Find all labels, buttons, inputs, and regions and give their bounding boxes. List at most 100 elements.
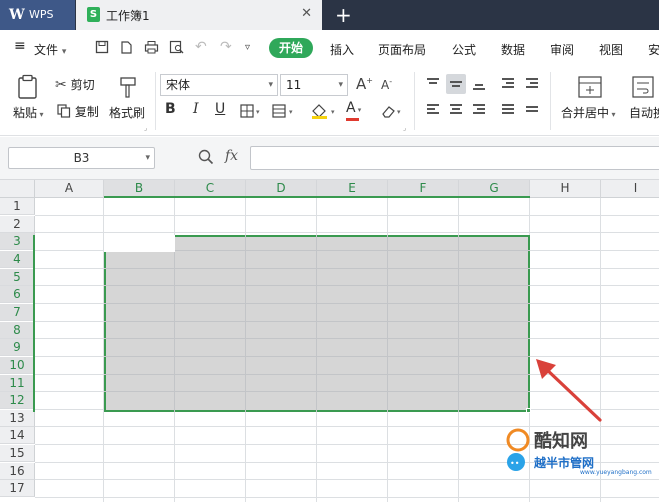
row-header-4[interactable]: 4 (0, 251, 35, 268)
wps-tab-label: WPS (29, 8, 54, 21)
increase-font-icon[interactable]: A+ (356, 75, 373, 93)
tab-formulas[interactable]: 公式 (452, 41, 476, 58)
row-header-2[interactable]: 2 (0, 216, 35, 233)
file-menu[interactable]: 文件 ▾ (34, 41, 66, 58)
tab-page-layout[interactable]: 页面布局 (378, 41, 426, 58)
new-tab-plus-icon[interactable]: + (335, 3, 352, 27)
align-left-button[interactable] (423, 100, 443, 120)
formula-input[interactable] (250, 146, 659, 170)
column-header-a[interactable]: A (35, 180, 104, 198)
copy-button[interactable]: 复制 (57, 103, 99, 120)
row-header-11[interactable]: 11 (0, 375, 35, 392)
grid-row-line (35, 215, 659, 216)
close-icon[interactable]: ✕ (301, 6, 312, 21)
copy-icon (57, 104, 71, 118)
watermark-line1: 酷知网 (534, 431, 588, 452)
auto-wrap-label: 自动换 (629, 106, 659, 120)
insert-function-icon[interactable]: fx (225, 148, 238, 164)
paste-button[interactable]: 粘贴 ▾ (9, 72, 45, 130)
selection-column-line (458, 235, 459, 412)
chevron-down-icon: ▾ (268, 80, 273, 90)
tab-security[interactable]: 安 (648, 41, 659, 58)
clipboard-launcher-icon[interactable]: ⌟ (144, 124, 147, 132)
align-top-button[interactable] (423, 74, 443, 94)
align-middle-button[interactable] (446, 74, 466, 94)
tab-review[interactable]: 审阅 (550, 41, 574, 58)
name-box[interactable]: B3 ▾ (8, 147, 155, 169)
column-header-h[interactable]: H (530, 180, 601, 198)
align-center-button[interactable] (446, 100, 466, 120)
increase-indent-button[interactable] (522, 74, 542, 94)
ribbon-toolbar: 粘贴 ▾ ✂ 剪切 复制 格式刷 ⌟ 宋体 ▾ 11 ▾ A+ A- B I U ▾… (0, 66, 659, 136)
export-pdf-icon[interactable] (119, 40, 133, 54)
font-name-value: 宋体 (166, 78, 191, 92)
ribbon-separator (155, 72, 156, 130)
selection-row-line (104, 321, 530, 322)
selected-range[interactable] (104, 235, 530, 412)
row-header-16[interactable]: 16 (0, 463, 35, 480)
tab-view[interactable]: 视图 (599, 41, 623, 58)
selection-row-line (104, 303, 530, 304)
font-size-select[interactable]: 11 ▾ (280, 74, 348, 96)
row-header-3[interactable]: 3 (0, 233, 35, 250)
row-header-14[interactable]: 14 (0, 427, 35, 444)
bold-button[interactable]: B (165, 101, 176, 117)
row-header-6[interactable]: 6 (0, 286, 35, 303)
row-header-10[interactable]: 10 (0, 357, 35, 374)
menu-bar: ≡ 文件 ▾ ↶ ↷ ▿ 开始 插入 页面布局 公式 数据 审阅 视图 安 (0, 30, 659, 66)
quick-access-more-icon[interactable]: ▿ (245, 42, 250, 53)
align-bottom-button[interactable] (469, 74, 489, 94)
watermark-logo-icon: •• (506, 428, 530, 471)
title-bar: W WPS S 工作簿1 ✕ + (0, 0, 659, 30)
row-header-5[interactable]: 5 (0, 269, 35, 286)
tab-insert[interactable]: 插入 (330, 41, 354, 58)
save-icon[interactable] (95, 40, 109, 54)
font-launcher-icon[interactable]: ⌟ (403, 124, 406, 132)
column-header-i[interactable]: I (601, 180, 659, 198)
workbook-tab[interactable]: S 工作簿1 ✕ (76, 0, 322, 30)
column-selection-indicator (104, 196, 530, 198)
row-header-7[interactable]: 7 (0, 304, 35, 321)
svg-text:••: •• (510, 459, 519, 468)
border-icon[interactable]: ▾ (240, 104, 264, 118)
paste-label-text: 粘贴 (13, 106, 38, 120)
clear-format-icon[interactable]: ▾ (380, 104, 406, 118)
row-header-9[interactable]: 9 (0, 339, 35, 356)
italic-button[interactable]: I (193, 101, 199, 117)
cut-button[interactable]: ✂ 剪切 (55, 76, 95, 93)
tab-data[interactable]: 数据 (501, 41, 525, 58)
row-header-8[interactable]: 8 (0, 322, 35, 339)
wps-logo-icon: W (9, 7, 25, 23)
print-icon[interactable] (144, 40, 159, 54)
redo-icon[interactable]: ↷ (220, 39, 232, 55)
hamburger-menu-icon[interactable]: ≡ (14, 38, 26, 54)
row-header-1[interactable]: 1 (0, 198, 35, 215)
decrease-indent-button[interactable] (498, 74, 518, 94)
select-all-corner[interactable] (0, 180, 35, 198)
merge-center-button[interactable]: 合并居中 ▾ (558, 72, 624, 130)
paste-icon (18, 74, 37, 99)
cell-style-icon[interactable]: ▾ (272, 104, 298, 118)
tab-home[interactable]: 开始 (269, 38, 313, 58)
print-preview-icon[interactable] (169, 40, 184, 54)
row-header-13[interactable]: 13 (0, 410, 35, 427)
format-painter-button[interactable]: 格式刷 (106, 72, 150, 130)
justify-button[interactable] (498, 100, 518, 120)
wps-home-tab[interactable]: W WPS (0, 0, 75, 30)
zoom-search-icon[interactable] (198, 149, 214, 165)
fill-color-icon[interactable]: ▾ (310, 102, 340, 120)
active-cell[interactable] (104, 235, 175, 252)
row-header-12[interactable]: 12 (0, 392, 35, 409)
row-header-15[interactable]: 15 (0, 445, 35, 462)
underline-button[interactable]: U (215, 101, 225, 117)
decrease-font-icon[interactable]: A- (381, 77, 392, 92)
font-name-select[interactable]: 宋体 ▾ (160, 74, 278, 96)
undo-icon[interactable]: ↶ (195, 39, 207, 55)
format-painter-icon (120, 77, 136, 98)
cut-label: 剪切 (70, 78, 95, 92)
align-right-button[interactable] (469, 100, 489, 120)
distributed-align-button[interactable] (522, 100, 542, 120)
font-color-button[interactable]: A ▾ (346, 100, 361, 116)
row-header-17[interactable]: 17 (0, 480, 35, 497)
auto-wrap-button[interactable]: 自动换 (628, 72, 659, 130)
